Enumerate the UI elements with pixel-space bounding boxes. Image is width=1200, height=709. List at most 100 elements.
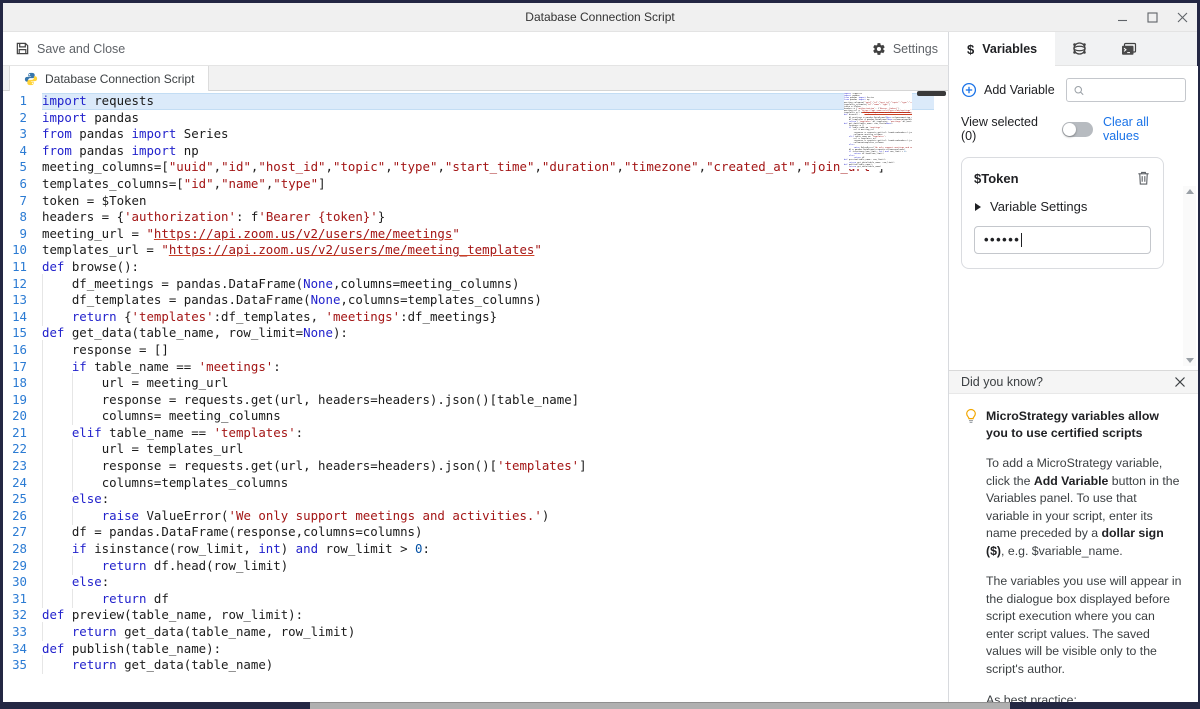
- code-line[interactable]: columns=templates_columns: [42, 475, 948, 492]
- view-selected-toggle[interactable]: [1061, 121, 1093, 137]
- toggle-knob: [1062, 122, 1076, 136]
- text-cursor: [1021, 233, 1023, 247]
- line-number: 6: [19, 175, 27, 191]
- code-line[interactable]: def get_data(table_name, row_limit=None)…: [42, 325, 948, 342]
- code-line[interactable]: if isinstance(row_limit, int) and row_li…: [42, 541, 948, 558]
- code-line[interactable]: def publish(table_name):: [42, 641, 948, 658]
- minimize-button[interactable]: [1115, 10, 1129, 24]
- toolbar-row: Save and Close Settings $ Variables: [3, 32, 1197, 66]
- python-icon: [24, 72, 38, 85]
- trash-icon[interactable]: [1136, 170, 1151, 186]
- close-button[interactable]: [1175, 10, 1189, 24]
- line-number: 20: [12, 408, 27, 424]
- line-number: 14: [12, 308, 27, 324]
- variable-value-input[interactable]: ••••••: [974, 226, 1151, 254]
- window-titlebar: Database Connection Script: [3, 3, 1197, 32]
- scroll-up-icon[interactable]: [1185, 189, 1194, 194]
- minimap-line: return get_data(table_name): [848, 165, 882, 168]
- variable-settings-expander[interactable]: Variable Settings: [974, 199, 1151, 214]
- settings-label: Settings: [892, 41, 938, 56]
- code-line[interactable]: from pandas import np: [42, 143, 948, 160]
- line-number: 24: [12, 474, 27, 490]
- code-line[interactable]: elif table_name == 'templates':: [42, 425, 948, 442]
- line-number: 5: [19, 159, 27, 175]
- code-line[interactable]: return get_data(table_name, row_limit): [42, 624, 948, 641]
- code-line[interactable]: columns= meeting_columns: [42, 408, 948, 425]
- panel-tabs: $ Variables: [948, 32, 1197, 66]
- line-number: 12: [12, 275, 27, 291]
- editor-tab-label: Database Connection Script: [45, 71, 195, 86]
- maximize-button[interactable]: [1145, 10, 1159, 24]
- code-line[interactable]: url = meeting_url: [42, 375, 948, 392]
- code-line[interactable]: return df.head(row_limit): [42, 558, 948, 575]
- add-variable-button[interactable]: Add Variable: [961, 82, 1055, 98]
- code-line[interactable]: return get_data(table_name): [42, 657, 948, 674]
- tab-variables[interactable]: $ Variables: [949, 32, 1056, 66]
- code-line[interactable]: templates_url = "https://api.zoom.us/v2/…: [42, 242, 948, 259]
- did-you-know-title: Did you know?: [961, 375, 1043, 389]
- line-number: 30: [12, 574, 27, 590]
- variables-panel: Add Variable View selected (0) Clear all…: [949, 66, 1198, 702]
- search-icon: [1074, 85, 1084, 95]
- variable-search-box[interactable]: [1066, 78, 1186, 102]
- dismiss-icon[interactable]: [1174, 376, 1186, 388]
- code-line[interactable]: meeting_url = "https://api.zoom.us/v2/us…: [42, 226, 948, 243]
- code-line[interactable]: import pandas: [42, 110, 948, 127]
- minimap[interactable]: import requests import pandas from pandas …: [844, 93, 912, 169]
- code-line[interactable]: else:: [42, 491, 948, 508]
- clear-all-values-link[interactable]: Clear all values: [1103, 115, 1186, 143]
- script-editor: Database Connection Script 1 2 3 4 5 6 7 8 9 10 11…: [3, 66, 948, 702]
- horizontal-scrollbar-thumb[interactable]: [310, 702, 1010, 709]
- variable-card-token: $Token Variable Settings ••••••: [961, 157, 1164, 269]
- line-number: 25: [12, 491, 27, 507]
- line-number: 15: [12, 325, 27, 341]
- code-line[interactable]: templates_columns=["id","name","type"]: [42, 176, 948, 193]
- code-lines[interactable]: import requests import pandas from pandas …: [33, 93, 948, 702]
- tip-headline: MicroStrategy variables allow you to use…: [986, 409, 1159, 440]
- code-line[interactable]: meeting_columns=["uuid","id","host_id","…: [42, 159, 948, 176]
- settings-button[interactable]: Settings: [872, 42, 938, 56]
- dollar-icon: $: [967, 41, 975, 57]
- code-line[interactable]: def preview(table_name, row_limit):: [42, 607, 948, 624]
- code-line[interactable]: response = []: [42, 342, 948, 359]
- line-number: 4: [19, 142, 27, 158]
- line-number: 3: [19, 126, 27, 142]
- editor-scrollbar-thumb[interactable]: [917, 91, 946, 96]
- save-and-close-button[interactable]: Save and Close: [15, 41, 125, 56]
- code-line[interactable]: df_meetings = pandas.DataFrame(None,colu…: [42, 276, 948, 293]
- line-number: 31: [12, 590, 27, 606]
- tab-packages[interactable]: [1055, 32, 1104, 65]
- code-line[interactable]: df = pandas.DataFrame(response,columns=c…: [42, 524, 948, 541]
- code-line[interactable]: return {'templates':df_templates, 'meeti…: [42, 309, 948, 326]
- editor-tab-database-connection-script[interactable]: Database Connection Script: [9, 66, 210, 91]
- editor-tabstrip: Database Connection Script: [3, 66, 948, 91]
- tab-console[interactable]: [1104, 32, 1154, 65]
- line-number: 11: [12, 258, 27, 274]
- code-line[interactable]: from pandas import Series: [42, 126, 948, 143]
- code-line[interactable]: headers = {'authorization': f'Bearer {to…: [42, 209, 948, 226]
- variable-search-input[interactable]: [1089, 83, 1179, 97]
- code-line[interactable]: raise ValueError('We only support meetin…: [42, 508, 948, 525]
- code-line[interactable]: url = templates_url: [42, 441, 948, 458]
- code-line[interactable]: else:: [42, 574, 948, 591]
- code-line[interactable]: def browse():: [42, 259, 948, 276]
- line-number-gutter: 1 2 3 4 5 6 7 8 9 10 11 12 13 14 15 16 17 18 19 20 21 22 23 24 2…: [3, 93, 33, 702]
- main-area: Database Connection Script 1 2 3 4 5 6 7 8 9 10 11…: [3, 66, 1198, 702]
- scroll-down-icon[interactable]: [1185, 358, 1194, 363]
- code-area[interactable]: 1 2 3 4 5 6 7 8 9 10 11 12 13 14 15 16 17 18 19 20 21 22 23 24 2…: [3, 91, 948, 702]
- line-number: 7: [19, 192, 27, 208]
- lightbulb-icon: [966, 408, 976, 423]
- variables-scrollbar[interactable]: [1183, 186, 1196, 366]
- code-line[interactable]: response = requests.get(url, headers=hea…: [42, 392, 948, 409]
- view-selected-label: View selected (0): [961, 115, 1038, 143]
- line-number: 8: [19, 209, 27, 225]
- code-line[interactable]: if table_name == 'meetings':: [42, 359, 948, 376]
- code-line[interactable]: import requests: [42, 93, 934, 110]
- line-number: 1: [19, 93, 27, 108]
- code-line[interactable]: df_templates = pandas.DataFrame(None,col…: [42, 292, 948, 309]
- code-line[interactable]: response = requests.get(url, headers=hea…: [42, 458, 948, 475]
- line-number: 35: [12, 657, 27, 673]
- code-line[interactable]: token = $Token: [42, 193, 948, 210]
- code-line[interactable]: return df: [42, 591, 948, 608]
- did-you-know-header: Did you know?: [949, 370, 1198, 394]
